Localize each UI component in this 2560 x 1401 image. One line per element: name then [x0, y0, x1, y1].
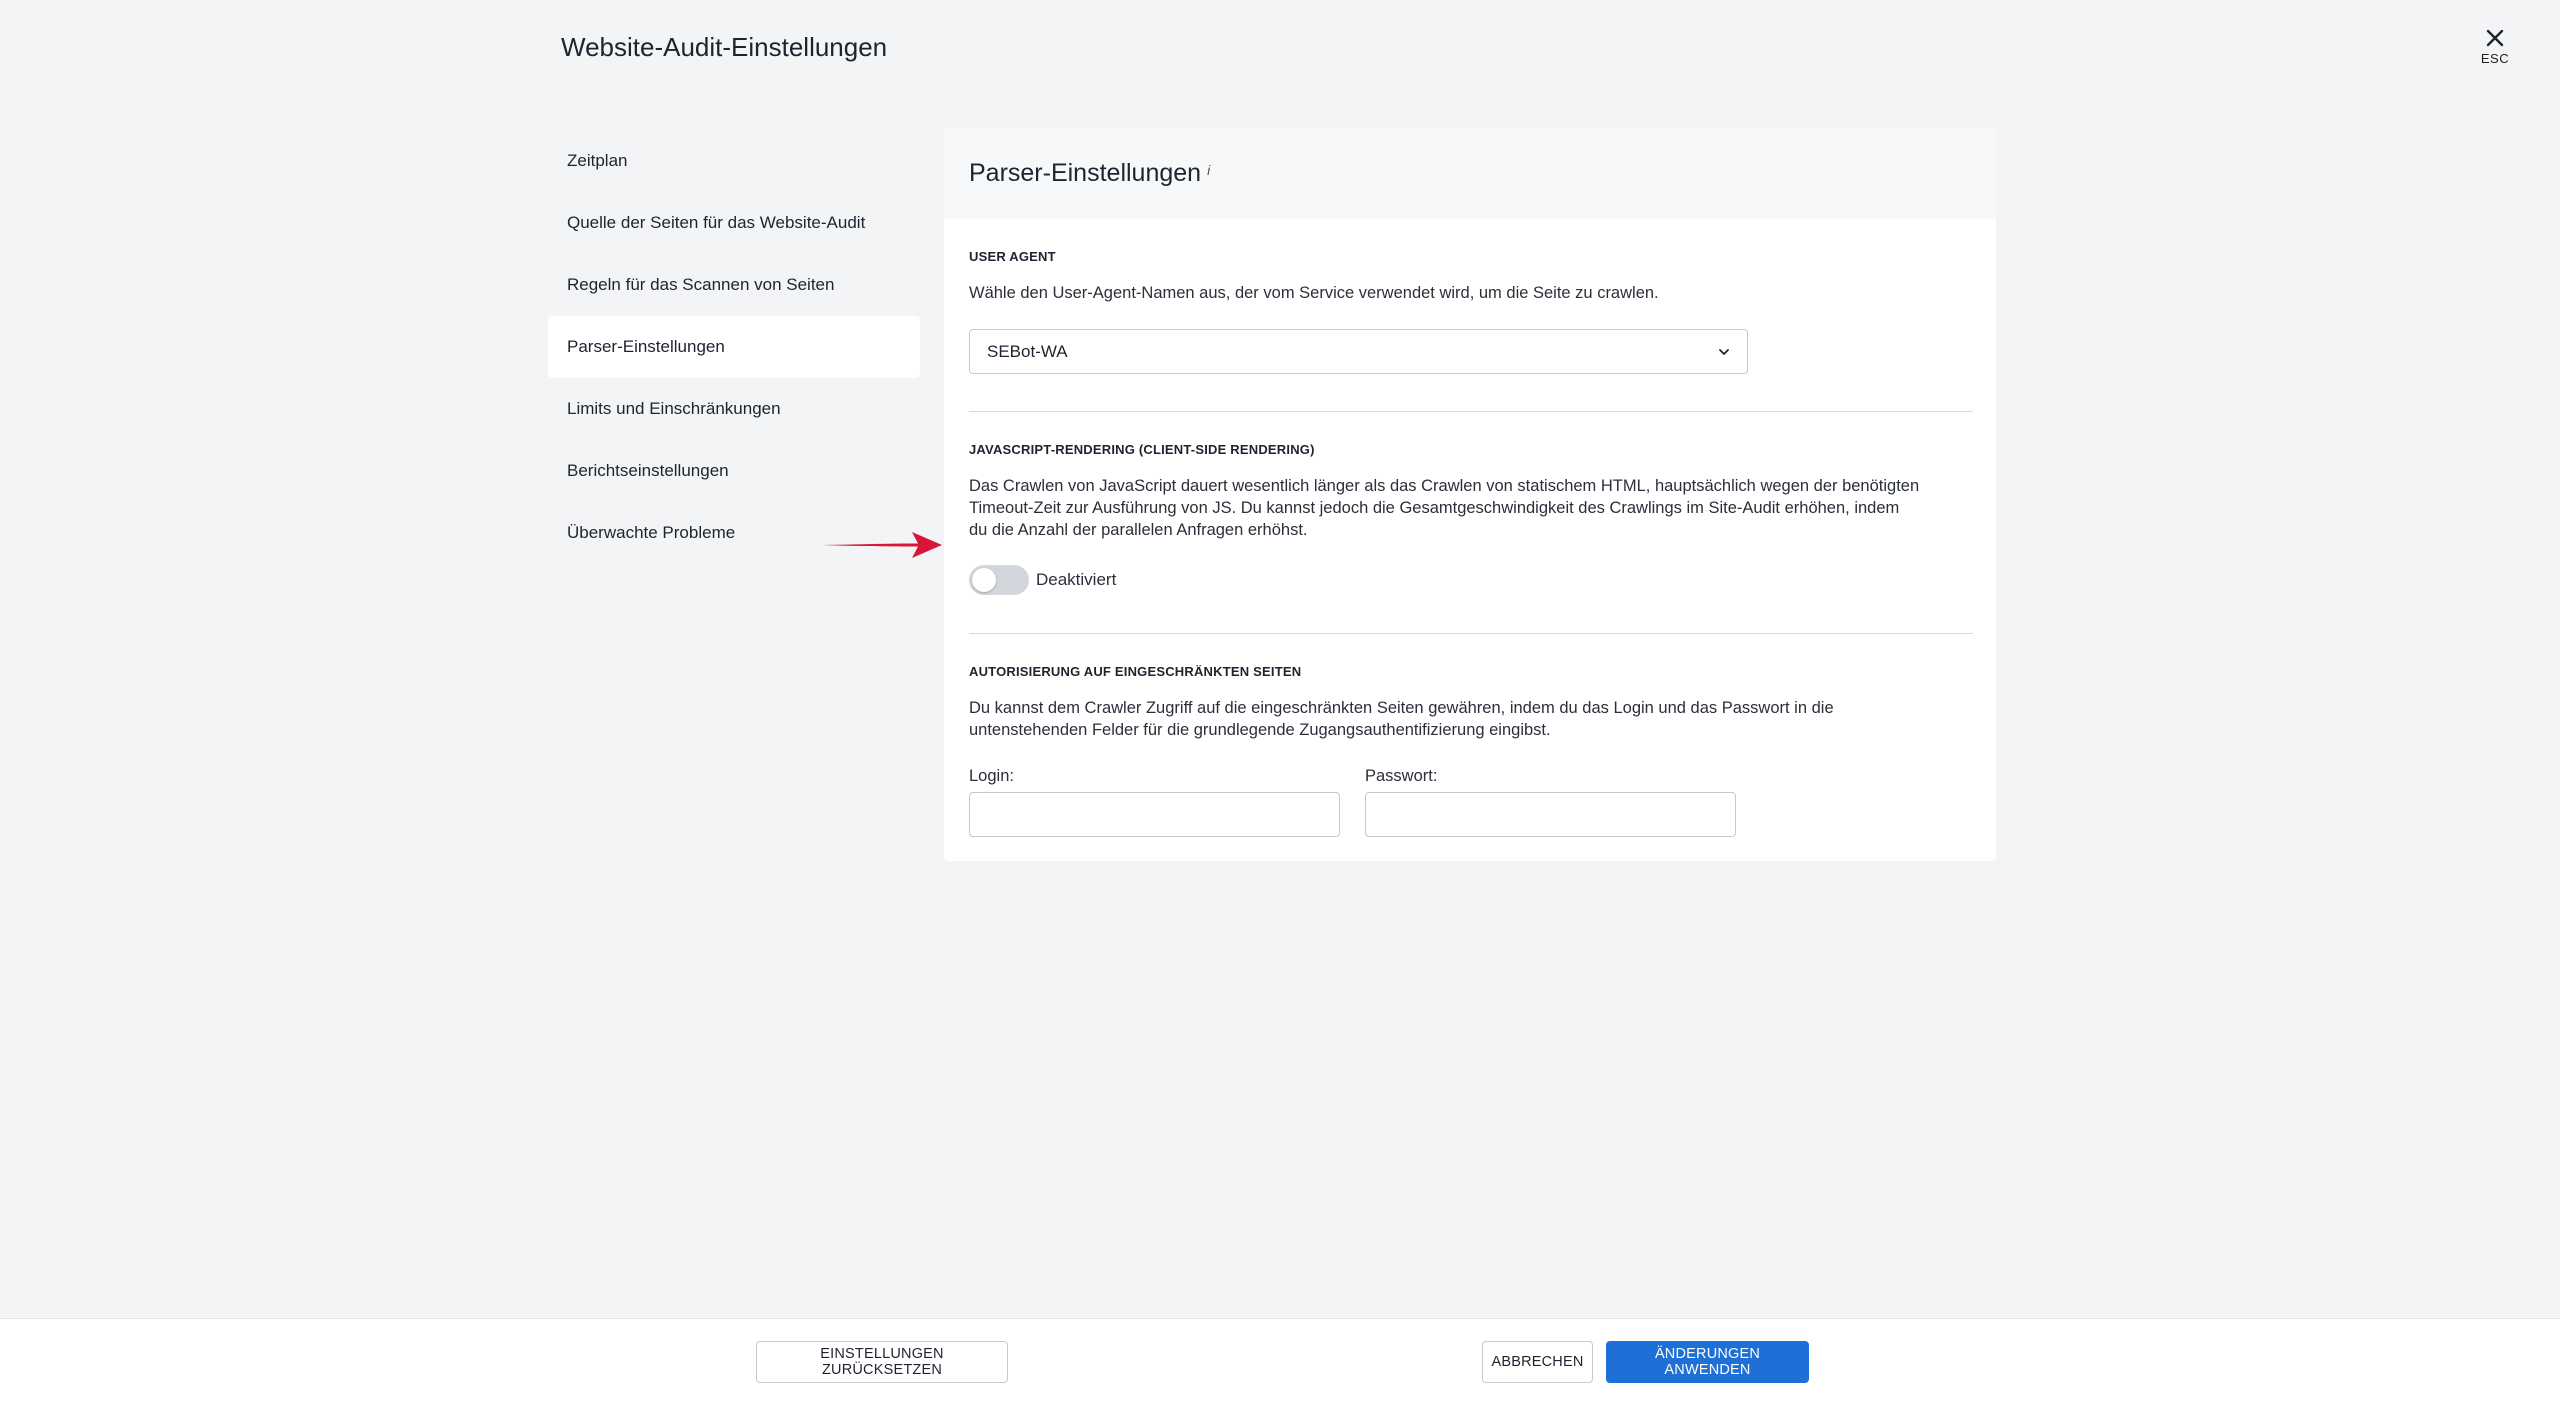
authorization-line: untenstehenden Felder für die grundlegen… — [969, 721, 1551, 739]
section-divider — [969, 633, 1973, 634]
apply-changes-button[interactable]: ÄNDERUNGEN ANWENDEN — [1606, 1341, 1809, 1383]
sidebar-item-parser-einstellungen[interactable]: Parser-Einstellungen — [548, 316, 920, 378]
js-rendering-title: JAVASCRIPT-RENDERING (CLIENT-SIDE RENDER… — [969, 442, 1315, 457]
authorization-section: AUTORISIERUNG AUF EINGESCHRÄNKTEN SEITEN… — [969, 664, 1973, 741]
authorization-line: Du kannst dem Crawler Zugriff auf die ei… — [969, 699, 1834, 717]
js-rendering-toggle-row: Deaktiviert — [969, 565, 1116, 595]
js-rendering-description: Das Crawlen von JavaScript dauert wesent… — [969, 475, 1973, 541]
js-rendering-line: Das Crawlen von JavaScript dauert wesent… — [969, 477, 1920, 495]
password-input[interactable] — [1365, 792, 1736, 837]
user-agent-selected-value: SEBot-WA — [987, 341, 1068, 361]
sidebar-item-zeitplan[interactable]: Zeitplan — [548, 130, 920, 192]
settings-sidebar: Zeitplan Quelle der Seiten für das Websi… — [548, 130, 920, 564]
sidebar-item-seitenquelle[interactable]: Quelle der Seiten für das Website-Audit — [548, 192, 920, 254]
sidebar-item-scanregeln[interactable]: Regeln für das Scannen von Seiten — [548, 254, 920, 316]
js-rendering-toggle-label: Deaktiviert — [1036, 570, 1117, 589]
js-rendering-line: du die Anzahl der parallelen Anfragen er… — [969, 521, 1308, 539]
user-agent-section: USER AGENT Wähle den User-Agent-Namen au… — [969, 249, 1973, 304]
sidebar-item-limits[interactable]: Limits und Einschränkungen — [548, 378, 920, 440]
close-esc-label: ESC — [2480, 51, 2510, 66]
info-icon[interactable]: i — [1207, 162, 1210, 178]
panel-title: Parser-Einstellungen — [969, 158, 1202, 187]
authorization-description: Du kannst dem Crawler Zugriff auf die ei… — [969, 697, 1973, 741]
user-agent-description: Wähle den User-Agent-Namen aus, der vom … — [969, 284, 1659, 302]
user-agent-select[interactable]: SEBot-WA — [969, 329, 1748, 374]
chevron-down-icon — [1719, 349, 1729, 355]
login-input[interactable] — [969, 792, 1340, 837]
js-rendering-section: JAVASCRIPT-RENDERING (CLIENT-SIDE RENDER… — [969, 442, 1973, 541]
close-button[interactable]: ESC — [2474, 28, 2516, 66]
close-icon — [2486, 29, 2504, 47]
panel-header: Parser-Einstellungen i — [944, 127, 1996, 219]
js-rendering-line: Timeout-Zeit zur Ausführung von JS. Du k… — [969, 499, 1900, 517]
footer-bar: EINSTELLUNGEN ZURÜCKSETZEN ABBRECHEN ÄND… — [0, 1318, 2560, 1401]
cancel-button[interactable]: ABBRECHEN — [1482, 1341, 1593, 1383]
parser-settings-panel: Parser-Einstellungen i USER AGENT Wähle … — [944, 127, 1996, 861]
reset-settings-button[interactable]: EINSTELLUNGEN ZURÜCKSETZEN — [756, 1341, 1008, 1383]
login-label: Login: — [969, 767, 1014, 785]
sidebar-item-berichtseinstellungen[interactable]: Berichtseinstellungen — [548, 440, 920, 502]
page-title: Website-Audit-Einstellungen — [561, 32, 888, 62]
js-rendering-toggle[interactable] — [969, 565, 1029, 595]
password-label: Passwort: — [1365, 767, 1438, 785]
user-agent-title: USER AGENT — [969, 249, 1056, 264]
authorization-title: AUTORISIERUNG AUF EINGESCHRÄNKTEN SEITEN — [969, 664, 1302, 679]
arrow-right-icon — [822, 532, 942, 558]
section-divider — [969, 411, 1973, 412]
